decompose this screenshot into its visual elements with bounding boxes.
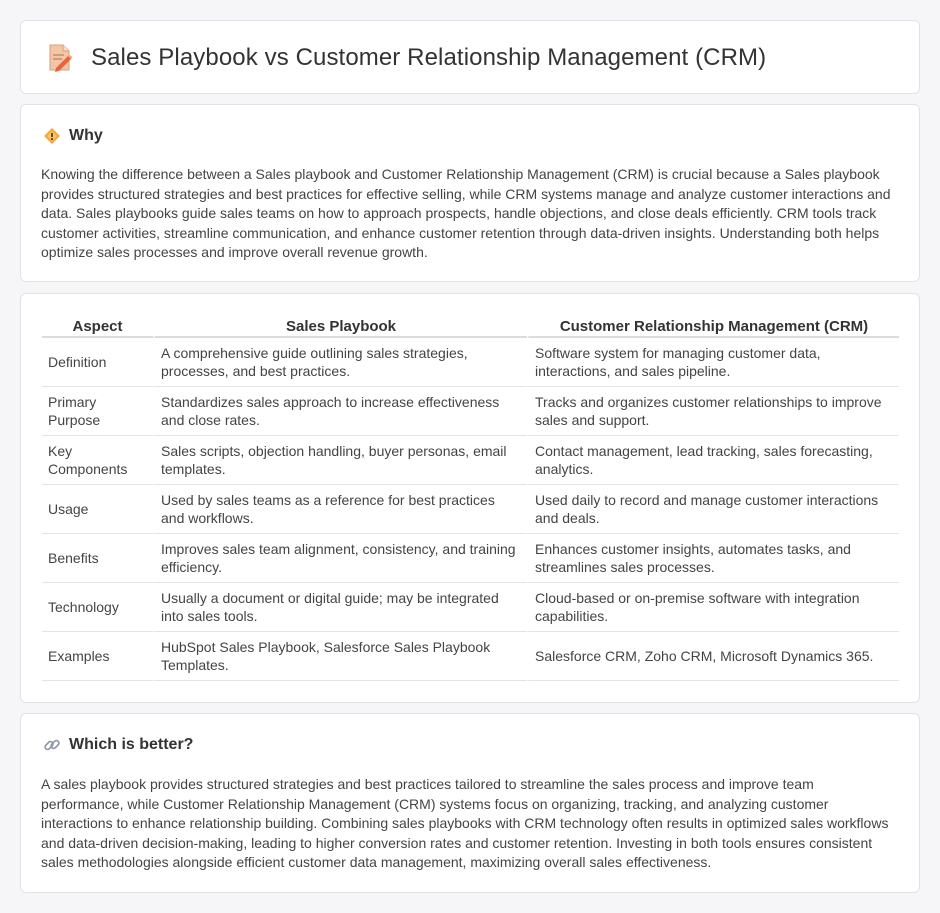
crm-cell: Used daily to record and manage customer… bbox=[527, 485, 899, 534]
table-row: Examples HubSpot Sales Playbook, Salesfo… bbox=[42, 632, 899, 681]
playbook-cell: HubSpot Sales Playbook, Salesforce Sales… bbox=[153, 632, 527, 681]
aspect-cell: Examples bbox=[42, 632, 153, 681]
aspect-cell: Primary Purpose bbox=[42, 387, 153, 436]
table-header-row: Aspect Sales Playbook Customer Relations… bbox=[42, 315, 899, 338]
aspect-cell: Technology bbox=[42, 583, 153, 632]
why-heading: Why bbox=[43, 127, 103, 145]
table-row: Definition A comprehensive guide outlini… bbox=[42, 338, 899, 387]
why-title: Why bbox=[69, 127, 103, 144]
page-title: Sales Playbook vs Customer Relationship … bbox=[91, 44, 767, 71]
header-crm: Customer Relationship Management (CRM) bbox=[527, 315, 899, 338]
aspect-cell: Usage bbox=[42, 485, 153, 534]
why-section: Why Knowing the difference between a Sal… bbox=[20, 104, 920, 282]
link-icon bbox=[44, 739, 60, 751]
better-title: Which is better? bbox=[69, 736, 194, 753]
title-row: Sales Playbook vs Customer Relationship … bbox=[47, 43, 766, 73]
table-row: Primary Purpose Standardizes sales appro… bbox=[42, 387, 899, 436]
crm-cell: Software system for managing customer da… bbox=[527, 338, 899, 387]
playbook-cell: A comprehensive guide outlining sales st… bbox=[153, 338, 527, 387]
crm-cell: Enhances customer insights, automates ta… bbox=[527, 534, 899, 583]
crm-cell: Tracks and organizes customer relationsh… bbox=[527, 387, 899, 436]
which-is-better-section: Which is better? A sales playbook provid… bbox=[20, 713, 920, 893]
playbook-cell: Sales scripts, objection handling, buyer… bbox=[153, 436, 527, 485]
comparison-table-card: Aspect Sales Playbook Customer Relations… bbox=[20, 293, 920, 703]
playbook-cell: Used by sales teams as a reference for b… bbox=[153, 485, 527, 534]
table-row: Key Components Sales scripts, objection … bbox=[42, 436, 899, 485]
crm-cell: Salesforce CRM, Zoho CRM, Microsoft Dyna… bbox=[527, 632, 899, 681]
header-sales-playbook: Sales Playbook bbox=[153, 315, 527, 338]
playbook-cell: Usually a document or digital guide; may… bbox=[153, 583, 527, 632]
table-row: Usage Used by sales teams as a reference… bbox=[42, 485, 899, 534]
aspect-cell: Definition bbox=[42, 338, 153, 387]
header-card: Sales Playbook vs Customer Relationship … bbox=[20, 20, 920, 94]
comparison-table: Aspect Sales Playbook Customer Relations… bbox=[42, 315, 899, 681]
aspect-cell: Key Components bbox=[42, 436, 153, 485]
header-aspect: Aspect bbox=[42, 315, 153, 338]
crm-cell: Cloud-based or on-premise software with … bbox=[527, 583, 899, 632]
playbook-cell: Standardizes sales approach to increase … bbox=[153, 387, 527, 436]
table-row: Technology Usually a document or digital… bbox=[42, 583, 899, 632]
table-row: Benefits Improves sales team alignment, … bbox=[42, 534, 899, 583]
diamond-warning-icon bbox=[44, 128, 60, 144]
better-heading: Which is better? bbox=[43, 736, 193, 754]
playbook-cell: Improves sales team alignment, consisten… bbox=[153, 534, 527, 583]
why-body: Knowing the difference between a Sales p… bbox=[41, 166, 891, 261]
document-pencil-icon bbox=[49, 44, 73, 72]
aspect-cell: Benefits bbox=[42, 534, 153, 583]
crm-cell: Contact management, lead tracking, sales… bbox=[527, 436, 899, 485]
better-body: A sales playbook provides structured str… bbox=[41, 776, 889, 871]
